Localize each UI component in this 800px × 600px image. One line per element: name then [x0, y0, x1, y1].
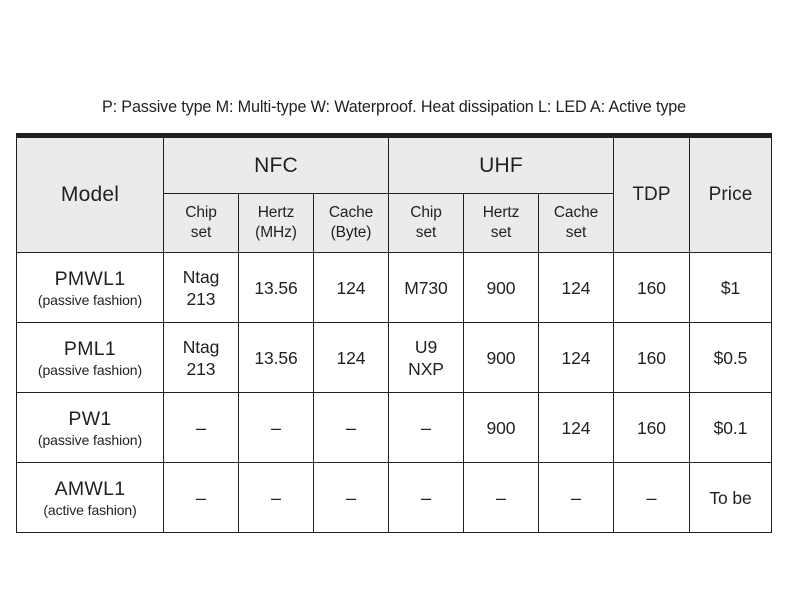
cell-nfc-chipset: –	[163, 392, 239, 463]
value-line2: NXP	[408, 358, 444, 379]
cell-tdp: 160	[613, 252, 690, 323]
cell-model: PMWL1 (passive fashion)	[16, 252, 164, 323]
cell-nfc-cache: –	[313, 392, 389, 463]
column-header-uhf-cache: Cache set	[538, 193, 614, 253]
uhf-hertz-line2: set	[490, 224, 512, 241]
cell-uhf-chipset: –	[388, 462, 464, 533]
cell-tdp: 160	[613, 322, 690, 393]
cell-nfc-cache: –	[313, 462, 389, 533]
value-line1: Ntag	[182, 336, 220, 357]
table-caption: P: Passive type M: Multi-type W: Waterpr…	[101, 98, 687, 116]
cell-nfc-hertz: 13.56	[238, 322, 314, 393]
cell-nfc-cache: 124	[313, 252, 389, 323]
header-row-groups: Model NFC UHF TDP Price	[16, 133, 772, 253]
cell-nfc-hertz: –	[238, 462, 314, 533]
cell-tdp: 160	[613, 392, 690, 463]
uhf-cache-line2: set	[565, 224, 587, 241]
nfc-chipset-line2: set	[190, 224, 212, 241]
cell-model: PW1 (passive fashion)	[16, 392, 164, 463]
table-header: Model NFC UHF TDP Price Chip set Hertz (…	[16, 133, 772, 253]
cell-price: $1	[689, 252, 772, 323]
cell-uhf-hertz: 900	[463, 252, 539, 323]
table-row: AMWL1 (active fashion) – – – – – – – To …	[16, 462, 772, 533]
value-line2: 213	[186, 288, 216, 309]
cell-nfc-chipset: –	[163, 462, 239, 533]
value-line1: U9	[414, 336, 438, 357]
cell-nfc-hertz: –	[238, 392, 314, 463]
uhf-hertz-line1: Hertz	[482, 204, 520, 221]
model-name: PW1	[68, 407, 112, 430]
table-row: PMWL1 (passive fashion) Ntag 213 13.56 1…	[16, 252, 772, 323]
product-spec-table: Model NFC UHF TDP Price Chip set Hertz (…	[16, 133, 772, 533]
cell-price: $0.5	[689, 322, 772, 393]
model-name: PML1	[63, 337, 117, 360]
cell-uhf-hertz: 900	[463, 322, 539, 393]
value-line2: 213	[186, 358, 216, 379]
cell-price: To be	[689, 462, 772, 533]
cell-nfc-cache: 124	[313, 322, 389, 393]
column-group-header-uhf: UHF	[388, 133, 614, 194]
cell-nfc-chipset: Ntag 213	[163, 252, 239, 323]
column-group-header-nfc: NFC	[163, 133, 389, 194]
column-header-uhf-chipset: Chip set	[388, 193, 464, 253]
cell-tdp: –	[613, 462, 690, 533]
uhf-chipset-line2: set	[415, 224, 437, 241]
column-header-tdp: TDP	[613, 133, 690, 253]
column-header-nfc-chipset: Chip set	[163, 193, 239, 253]
uhf-chipset-line1: Chip	[410, 204, 442, 221]
model-name: PMWL1	[54, 267, 126, 290]
nfc-cache-line1: Cache	[328, 204, 374, 221]
cell-uhf-cache: 124	[538, 392, 614, 463]
uhf-cache-line1: Cache	[553, 204, 599, 221]
table-body: PMWL1 (passive fashion) Ntag 213 13.56 1…	[16, 252, 772, 533]
cell-nfc-chipset: Ntag 213	[163, 322, 239, 393]
cell-nfc-hertz: 13.56	[238, 252, 314, 323]
value-line1: M730	[404, 277, 448, 298]
nfc-hertz-line1: Hertz	[257, 204, 295, 221]
table-row: PW1 (passive fashion) – – – – 900 124 16…	[16, 392, 772, 463]
nfc-cache-line2: (Byte)	[330, 224, 372, 241]
table-row: PML1 (passive fashion) Ntag 213 13.56 12…	[16, 322, 772, 393]
column-header-nfc-cache: Cache (Byte)	[313, 193, 389, 253]
cell-uhf-chipset: –	[388, 392, 464, 463]
model-note: (passive fashion)	[37, 361, 143, 378]
model-note: (passive fashion)	[37, 291, 143, 308]
column-header-price: Price	[689, 133, 772, 253]
document-page: P: Passive type M: Multi-type W: Waterpr…	[0, 0, 800, 600]
cell-uhf-cache: 124	[538, 322, 614, 393]
cell-model: PML1 (passive fashion)	[16, 322, 164, 393]
column-header-nfc-hertz: Hertz (MHz)	[238, 193, 314, 253]
model-note: (passive fashion)	[37, 431, 143, 448]
cell-price: $0.1	[689, 392, 772, 463]
cell-uhf-hertz: –	[463, 462, 539, 533]
value-line1: Ntag	[182, 266, 220, 287]
cell-uhf-chipset: M730	[388, 252, 464, 323]
nfc-hertz-line2: (MHz)	[255, 224, 297, 241]
column-header-uhf-hertz: Hertz set	[463, 193, 539, 253]
cell-model: AMWL1 (active fashion)	[16, 462, 164, 533]
cell-uhf-cache: –	[538, 462, 614, 533]
cell-uhf-cache: 124	[538, 252, 614, 323]
model-name: AMWL1	[54, 477, 126, 500]
nfc-chipset-line1: Chip	[185, 204, 217, 221]
cell-uhf-chipset: U9 NXP	[388, 322, 464, 393]
cell-uhf-hertz: 900	[463, 392, 539, 463]
model-note: (active fashion)	[43, 501, 137, 518]
column-header-model: Model	[16, 133, 164, 253]
